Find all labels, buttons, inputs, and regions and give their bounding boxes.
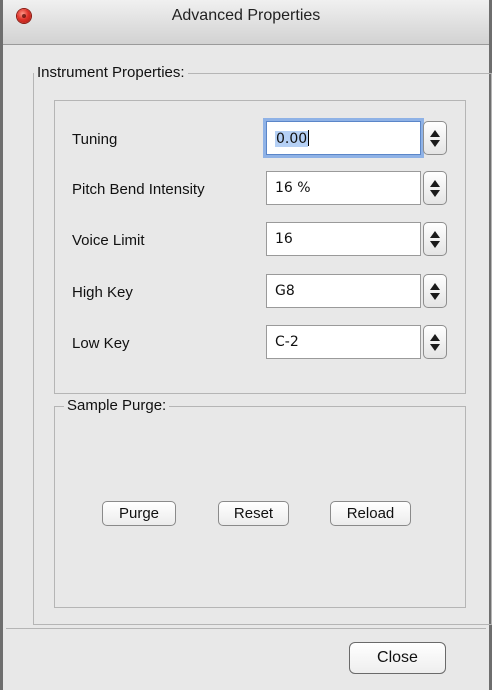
pitch-bend-intensity-label: Pitch Bend Intensity bbox=[72, 181, 205, 198]
stepper-down-icon[interactable] bbox=[430, 343, 440, 351]
stepper-up-icon[interactable] bbox=[430, 333, 440, 341]
high-key-label: High Key bbox=[72, 284, 133, 301]
stepper-down-icon[interactable] bbox=[430, 292, 440, 300]
tuning-label: Tuning bbox=[72, 131, 118, 148]
low-key-stepper[interactable] bbox=[423, 325, 447, 359]
voice-limit-field[interactable]: 16 bbox=[266, 222, 421, 256]
stepper-up-icon[interactable] bbox=[430, 282, 440, 290]
stepper-down-icon[interactable] bbox=[430, 189, 440, 197]
stepper-down-icon[interactable] bbox=[430, 240, 440, 248]
stepper-up-icon[interactable] bbox=[430, 129, 440, 137]
low-key-label: Low Key bbox=[72, 335, 130, 352]
sample-purge-label: Sample Purge: bbox=[64, 397, 170, 414]
text-caret bbox=[308, 130, 310, 146]
purge-button[interactable]: Purge bbox=[102, 501, 176, 526]
high-key-stepper[interactable] bbox=[423, 274, 447, 308]
high-key-field[interactable]: G8 bbox=[266, 274, 421, 308]
pitch-bend-intensity-field[interactable]: 16 % bbox=[266, 171, 421, 205]
voice-limit-stepper[interactable] bbox=[423, 222, 447, 256]
close-button[interactable]: Close bbox=[349, 642, 446, 674]
reload-button[interactable]: Reload bbox=[330, 501, 411, 526]
stepper-up-icon[interactable] bbox=[430, 230, 440, 238]
tuning-field[interactable]: 0.00 bbox=[266, 121, 421, 155]
window-title: Advanced Properties bbox=[171, 7, 321, 24]
voice-limit-label: Voice Limit bbox=[72, 232, 145, 249]
instrument-properties-label: Instrument Properties: bbox=[34, 64, 188, 81]
low-key-field[interactable]: C-2 bbox=[266, 325, 421, 359]
reset-button[interactable]: Reset bbox=[218, 501, 289, 526]
stepper-down-icon[interactable] bbox=[430, 139, 440, 147]
pitch-bend-intensity-stepper[interactable] bbox=[423, 171, 447, 205]
stepper-up-icon[interactable] bbox=[430, 179, 440, 187]
footer-divider bbox=[6, 628, 486, 629]
tuning-stepper[interactable] bbox=[423, 121, 447, 155]
tuning-selected-text: 0.00 bbox=[275, 131, 309, 147]
advanced-properties-window: Advanced Properties Instrument Propertie… bbox=[0, 0, 492, 690]
title-bar: Advanced Properties bbox=[3, 0, 489, 45]
